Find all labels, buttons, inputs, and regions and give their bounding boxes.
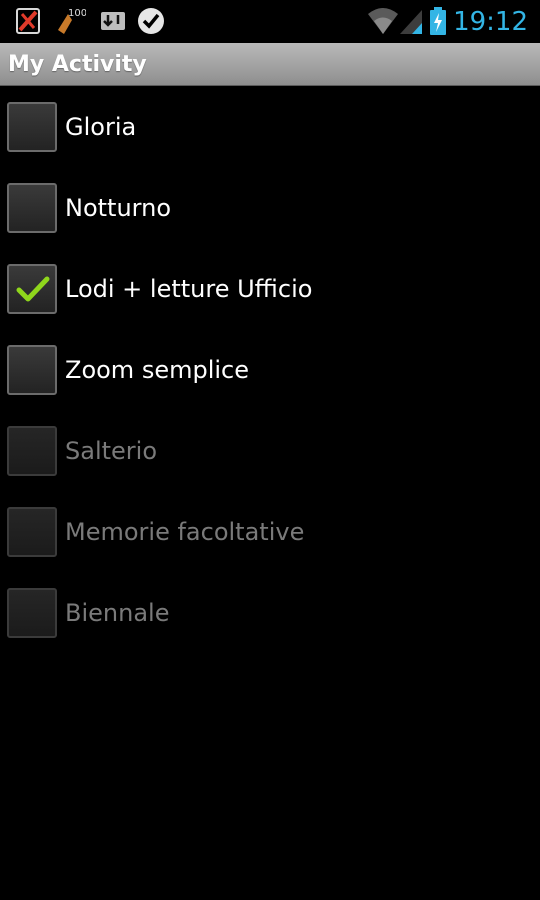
status-bar: 100 19:12 [0, 0, 540, 43]
download-icon [98, 6, 128, 36]
checkbox [7, 588, 57, 638]
list-item-label: Lodi + letture Ufficio [65, 275, 313, 303]
check-badge-icon [136, 6, 166, 36]
page-title: My Activity [8, 52, 147, 77]
checkbox[interactable] [7, 102, 57, 152]
checkbox [7, 426, 57, 476]
list-item[interactable]: Gloria [0, 87, 540, 168]
checkmark-icon [16, 276, 50, 302]
list-item-label: Zoom semplice [65, 356, 249, 384]
list-item-label: Memorie facoltative [65, 518, 305, 546]
list-item[interactable]: Zoom semplice [0, 330, 540, 411]
checkbox[interactable] [7, 264, 57, 314]
list-item[interactable]: Lodi + letture Ufficio [0, 249, 540, 330]
list-item: Biennale [0, 573, 540, 654]
checkbox [7, 507, 57, 557]
checkbox[interactable] [7, 345, 57, 395]
list-item: Salterio [0, 411, 540, 492]
list-item-label: Biennale [65, 599, 170, 627]
wifi-icon [366, 6, 400, 36]
app-notification-icon [14, 6, 44, 36]
settings-list: Gloria Notturno Lodi + letture Ufficio Z… [0, 87, 540, 654]
action-bar: My Activity [0, 43, 540, 86]
list-item-label: Gloria [65, 113, 137, 141]
list-item[interactable]: Notturno [0, 168, 540, 249]
badge-100-icon: 100 [54, 6, 87, 36]
battery-charging-icon [428, 6, 448, 36]
checkbox[interactable] [7, 183, 57, 233]
status-time: 19:12 [453, 7, 528, 37]
list-item-label: Notturno [65, 194, 172, 222]
list-item: Memorie facoltative [0, 492, 540, 573]
signal-icon [398, 6, 424, 36]
list-item-label: Salterio [65, 437, 158, 465]
badge-count: 100 [68, 8, 86, 19]
